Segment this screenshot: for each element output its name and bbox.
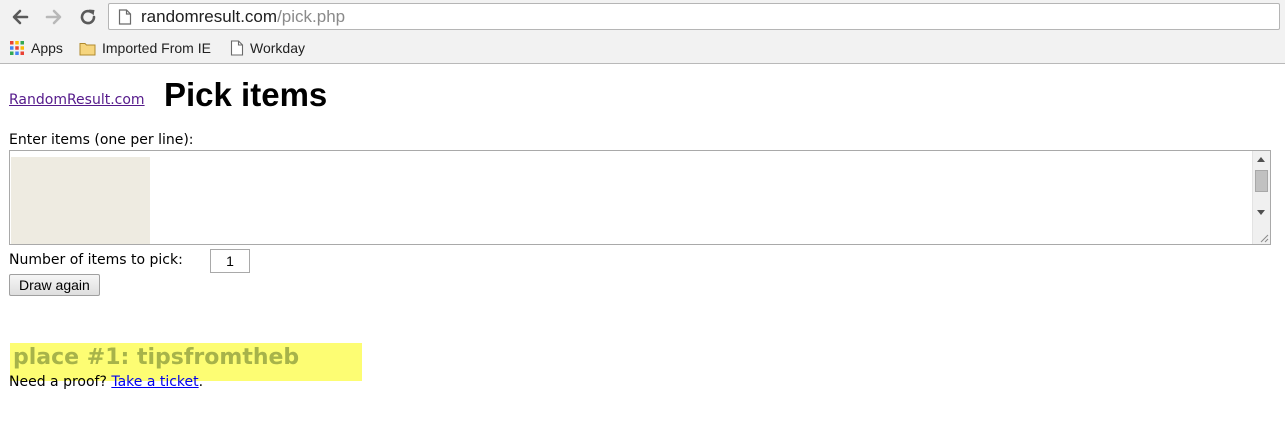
url-host: randomresult.com [141,7,278,26]
url-text: randomresult.com/pick.php [141,6,345,27]
page-title: Pick items [164,76,328,113]
resize-grip-icon[interactable] [1257,231,1269,243]
scrollbar-thumb[interactable] [1255,170,1268,192]
back-arrow-icon [12,9,29,25]
pick-count-label: Number of items to pick: [9,252,183,268]
folder-icon [79,41,96,56]
items-label: Enter items (one per line): [9,132,194,148]
bookmark-workday[interactable]: Workday [230,39,305,57]
apps-grid-icon [9,40,25,56]
bookmark-label: Imported From IE [102,40,211,56]
back-button[interactable] [8,5,32,29]
reload-icon [80,9,96,25]
draw-again-button[interactable]: Draw again [9,274,100,296]
bookmark-imported-from-ie[interactable]: Imported From IE [79,39,211,57]
page-icon [118,9,132,25]
bookmark-label: Apps [31,40,63,56]
browser-toolbar: randomresult.com/pick.php [0,0,1285,33]
page-icon [230,40,244,56]
url-path: /pick.php [277,7,346,26]
reload-button[interactable] [76,5,100,29]
scroll-up-arrow-icon[interactable] [1257,157,1265,162]
page-content: RandomResult.com Pick items Enter items … [0,65,1285,444]
bookmark-label: Workday [250,40,305,56]
bookmarks-bar: Apps Imported From IE Workday [0,33,1285,64]
address-bar[interactable]: randomresult.com/pick.php [108,3,1280,30]
proof-prefix: Need a proof? [9,374,107,390]
proof-suffix: . [198,374,204,390]
items-textarea[interactable] [10,151,1250,244]
redacted-items-block [11,157,150,244]
pick-count-input[interactable] [210,249,250,273]
take-ticket-link[interactable]: Take a ticket [111,374,198,390]
forward-arrow-icon [45,9,62,25]
forward-button[interactable] [42,5,66,29]
items-textarea-container [9,150,1271,245]
proof-line: Need a proof? Take a ticket. [9,374,203,390]
bookmark-apps[interactable]: Apps [9,39,63,57]
site-home-link[interactable]: RandomResult.com [9,92,145,108]
scroll-down-arrow-icon[interactable] [1257,210,1265,215]
